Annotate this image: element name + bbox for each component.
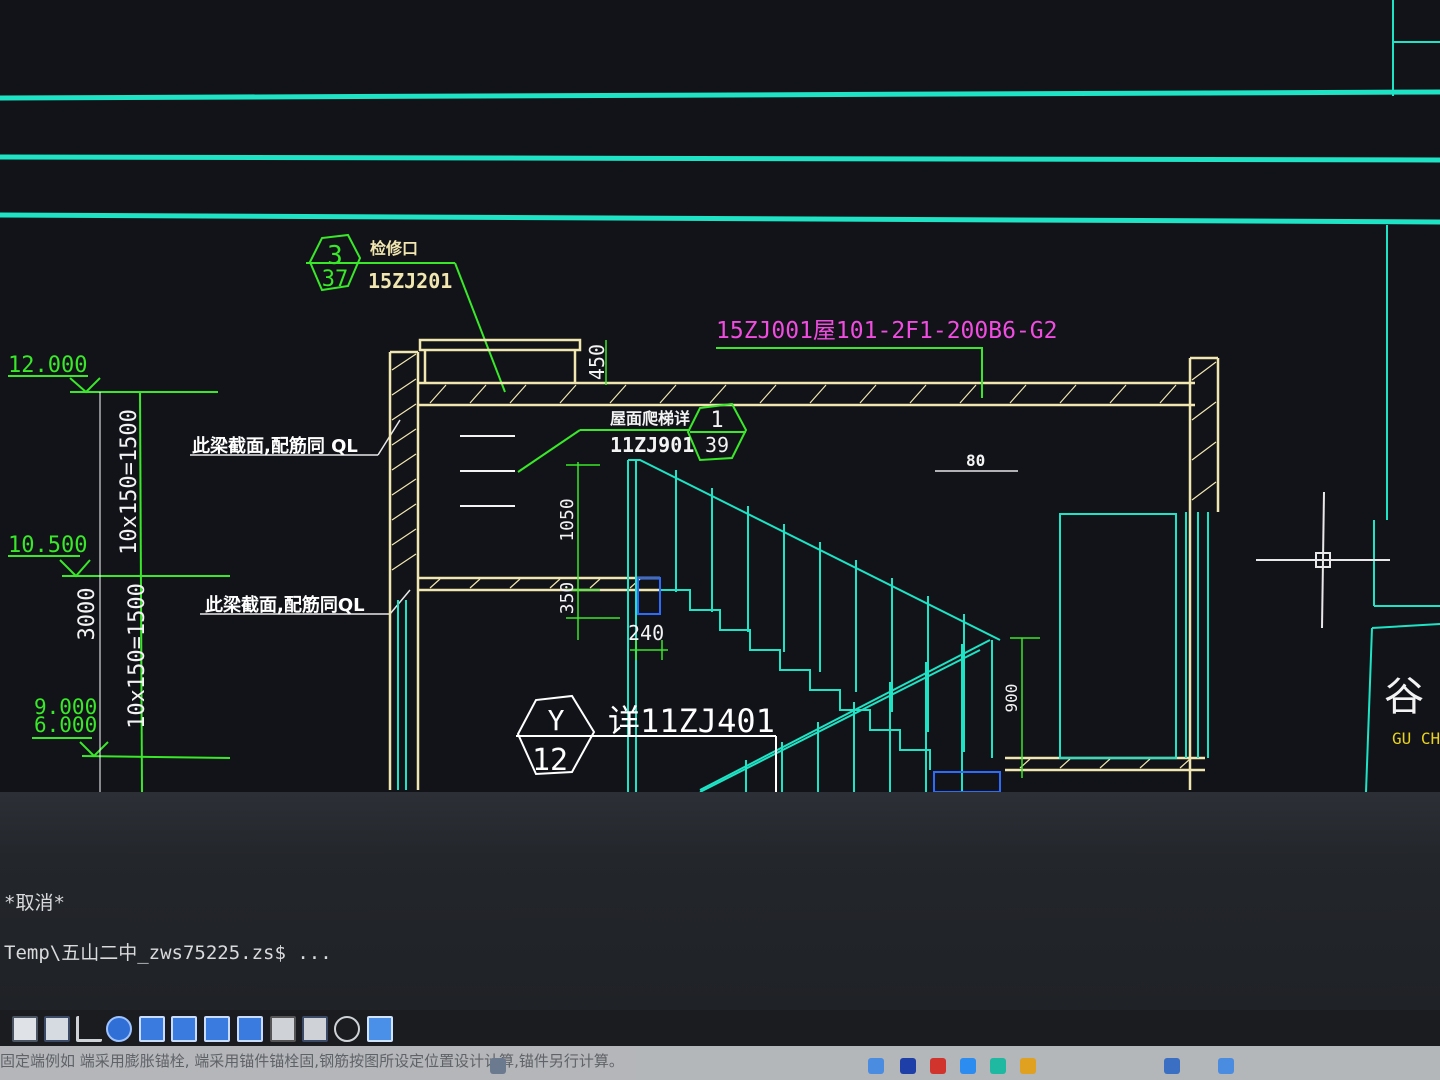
osnap-icon[interactable] bbox=[139, 1016, 165, 1042]
beam-note-1: 此梁截面,配筋同 QL bbox=[192, 435, 358, 457]
crosshair-cursor-icon bbox=[1256, 491, 1390, 629]
taskbar-app-icon[interactable] bbox=[490, 1058, 506, 1074]
cad-application: 3 37 检修口 15ZJ201 15ZJ001屋101-2F1-200B6-G… bbox=[0, 0, 1440, 1080]
taskbar-app-icon[interactable] bbox=[960, 1058, 976, 1074]
transparency-icon[interactable] bbox=[302, 1016, 328, 1042]
dim-1050: 1050 bbox=[557, 498, 578, 541]
detail-y-text: 详11ZJ401 bbox=[608, 702, 775, 740]
grid-display-icon[interactable] bbox=[44, 1016, 70, 1042]
taskbar-app-icon[interactable] bbox=[900, 1058, 916, 1074]
detail-y-sheet: 12 bbox=[532, 743, 568, 778]
taskbar-app-icon[interactable] bbox=[1164, 1058, 1180, 1074]
frame-lines bbox=[0, 89, 1440, 225]
dyn-icon[interactable] bbox=[237, 1016, 263, 1042]
section-ref-atlas: 15ZJ201 bbox=[368, 269, 452, 293]
elevation-12000: 12.000 bbox=[8, 353, 87, 378]
polar-icon[interactable] bbox=[106, 1016, 132, 1042]
roof-ladder-atlas: 11ZJ901 bbox=[610, 433, 694, 457]
building-section bbox=[388, 338, 1220, 790]
ortho-icon[interactable] bbox=[76, 1016, 102, 1042]
title-block-char: 谷 bbox=[1384, 674, 1424, 720]
drawing-canvas[interactable]: 3 37 检修口 15ZJ201 15ZJ001屋101-2F1-200B6-G… bbox=[0, 0, 1440, 792]
dim-900: 900 bbox=[1002, 684, 1021, 713]
ducs-icon[interactable] bbox=[204, 1016, 230, 1042]
grid-icon[interactable] bbox=[12, 1016, 38, 1042]
dim-240: 240 bbox=[628, 621, 664, 645]
ladder-rungs bbox=[460, 435, 515, 507]
roof-spec-leader bbox=[716, 347, 983, 398]
command-window[interactable]: *取消* Temp\五山二中_zws75225.zs$ ... bbox=[0, 792, 1440, 1010]
selection-cycling-icon[interactable] bbox=[334, 1016, 360, 1042]
status-hint-text: 固定端例如 端采用膨胀锚栓, 端采用锚件锚栓固,钢筋按图所设定位置设计计算,锚件… bbox=[0, 1052, 624, 1070]
beam-section bbox=[637, 577, 661, 615]
roof-ladder-number: 1 bbox=[710, 408, 723, 433]
command-history-line-2: Temp\五山二中_zws75225.zs$ ... bbox=[4, 942, 332, 964]
dim-3000: 3000 bbox=[75, 588, 100, 641]
roof-ladder-sheet: 39 bbox=[705, 433, 729, 457]
annotation-icon[interactable] bbox=[367, 1016, 393, 1042]
dim-80: 80 bbox=[966, 451, 985, 470]
lineweight-icon[interactable] bbox=[270, 1016, 296, 1042]
roof-ladder-label: 屋面爬梯详 bbox=[610, 409, 690, 428]
roof-spec-label: 15ZJ001屋101-2F1-200B6-G2 bbox=[716, 318, 1058, 344]
dim-350: 350 bbox=[557, 582, 578, 615]
landing-beam bbox=[933, 771, 1001, 792]
dim-450: 450 bbox=[585, 344, 609, 380]
taskbar-app-icon[interactable] bbox=[930, 1058, 946, 1074]
otrack-icon[interactable] bbox=[171, 1016, 197, 1042]
taskbar-app-icon[interactable] bbox=[990, 1058, 1006, 1074]
detail-y-number: Y bbox=[548, 704, 565, 737]
taskbar-app-icon[interactable] bbox=[1020, 1058, 1036, 1074]
title-block-roman: GU CH bbox=[1392, 729, 1440, 748]
cad-drawing: 3 37 检修口 15ZJ201 15ZJ001屋101-2F1-200B6-G… bbox=[0, 0, 1440, 792]
elevation-6000: 6.000 bbox=[34, 713, 97, 737]
taskbar-app-icon[interactable] bbox=[868, 1058, 884, 1074]
section-ref-note: 检修口 bbox=[370, 239, 418, 258]
section-ref-sheet: 37 bbox=[322, 267, 349, 292]
dim-stair-upper: 10x150=1500 bbox=[117, 409, 142, 555]
command-history-line-1: *取消* bbox=[4, 892, 65, 914]
dim-stair-lower: 10x150=1500 bbox=[125, 583, 150, 729]
beam-note-2: 此梁截面,配筋同QL bbox=[205, 594, 365, 616]
taskbar-app-icon[interactable] bbox=[1218, 1058, 1234, 1074]
hatch-pattern bbox=[391, 353, 1217, 769]
elevation-10500: 10.500 bbox=[8, 533, 87, 558]
stair-railing bbox=[397, 459, 1209, 792]
